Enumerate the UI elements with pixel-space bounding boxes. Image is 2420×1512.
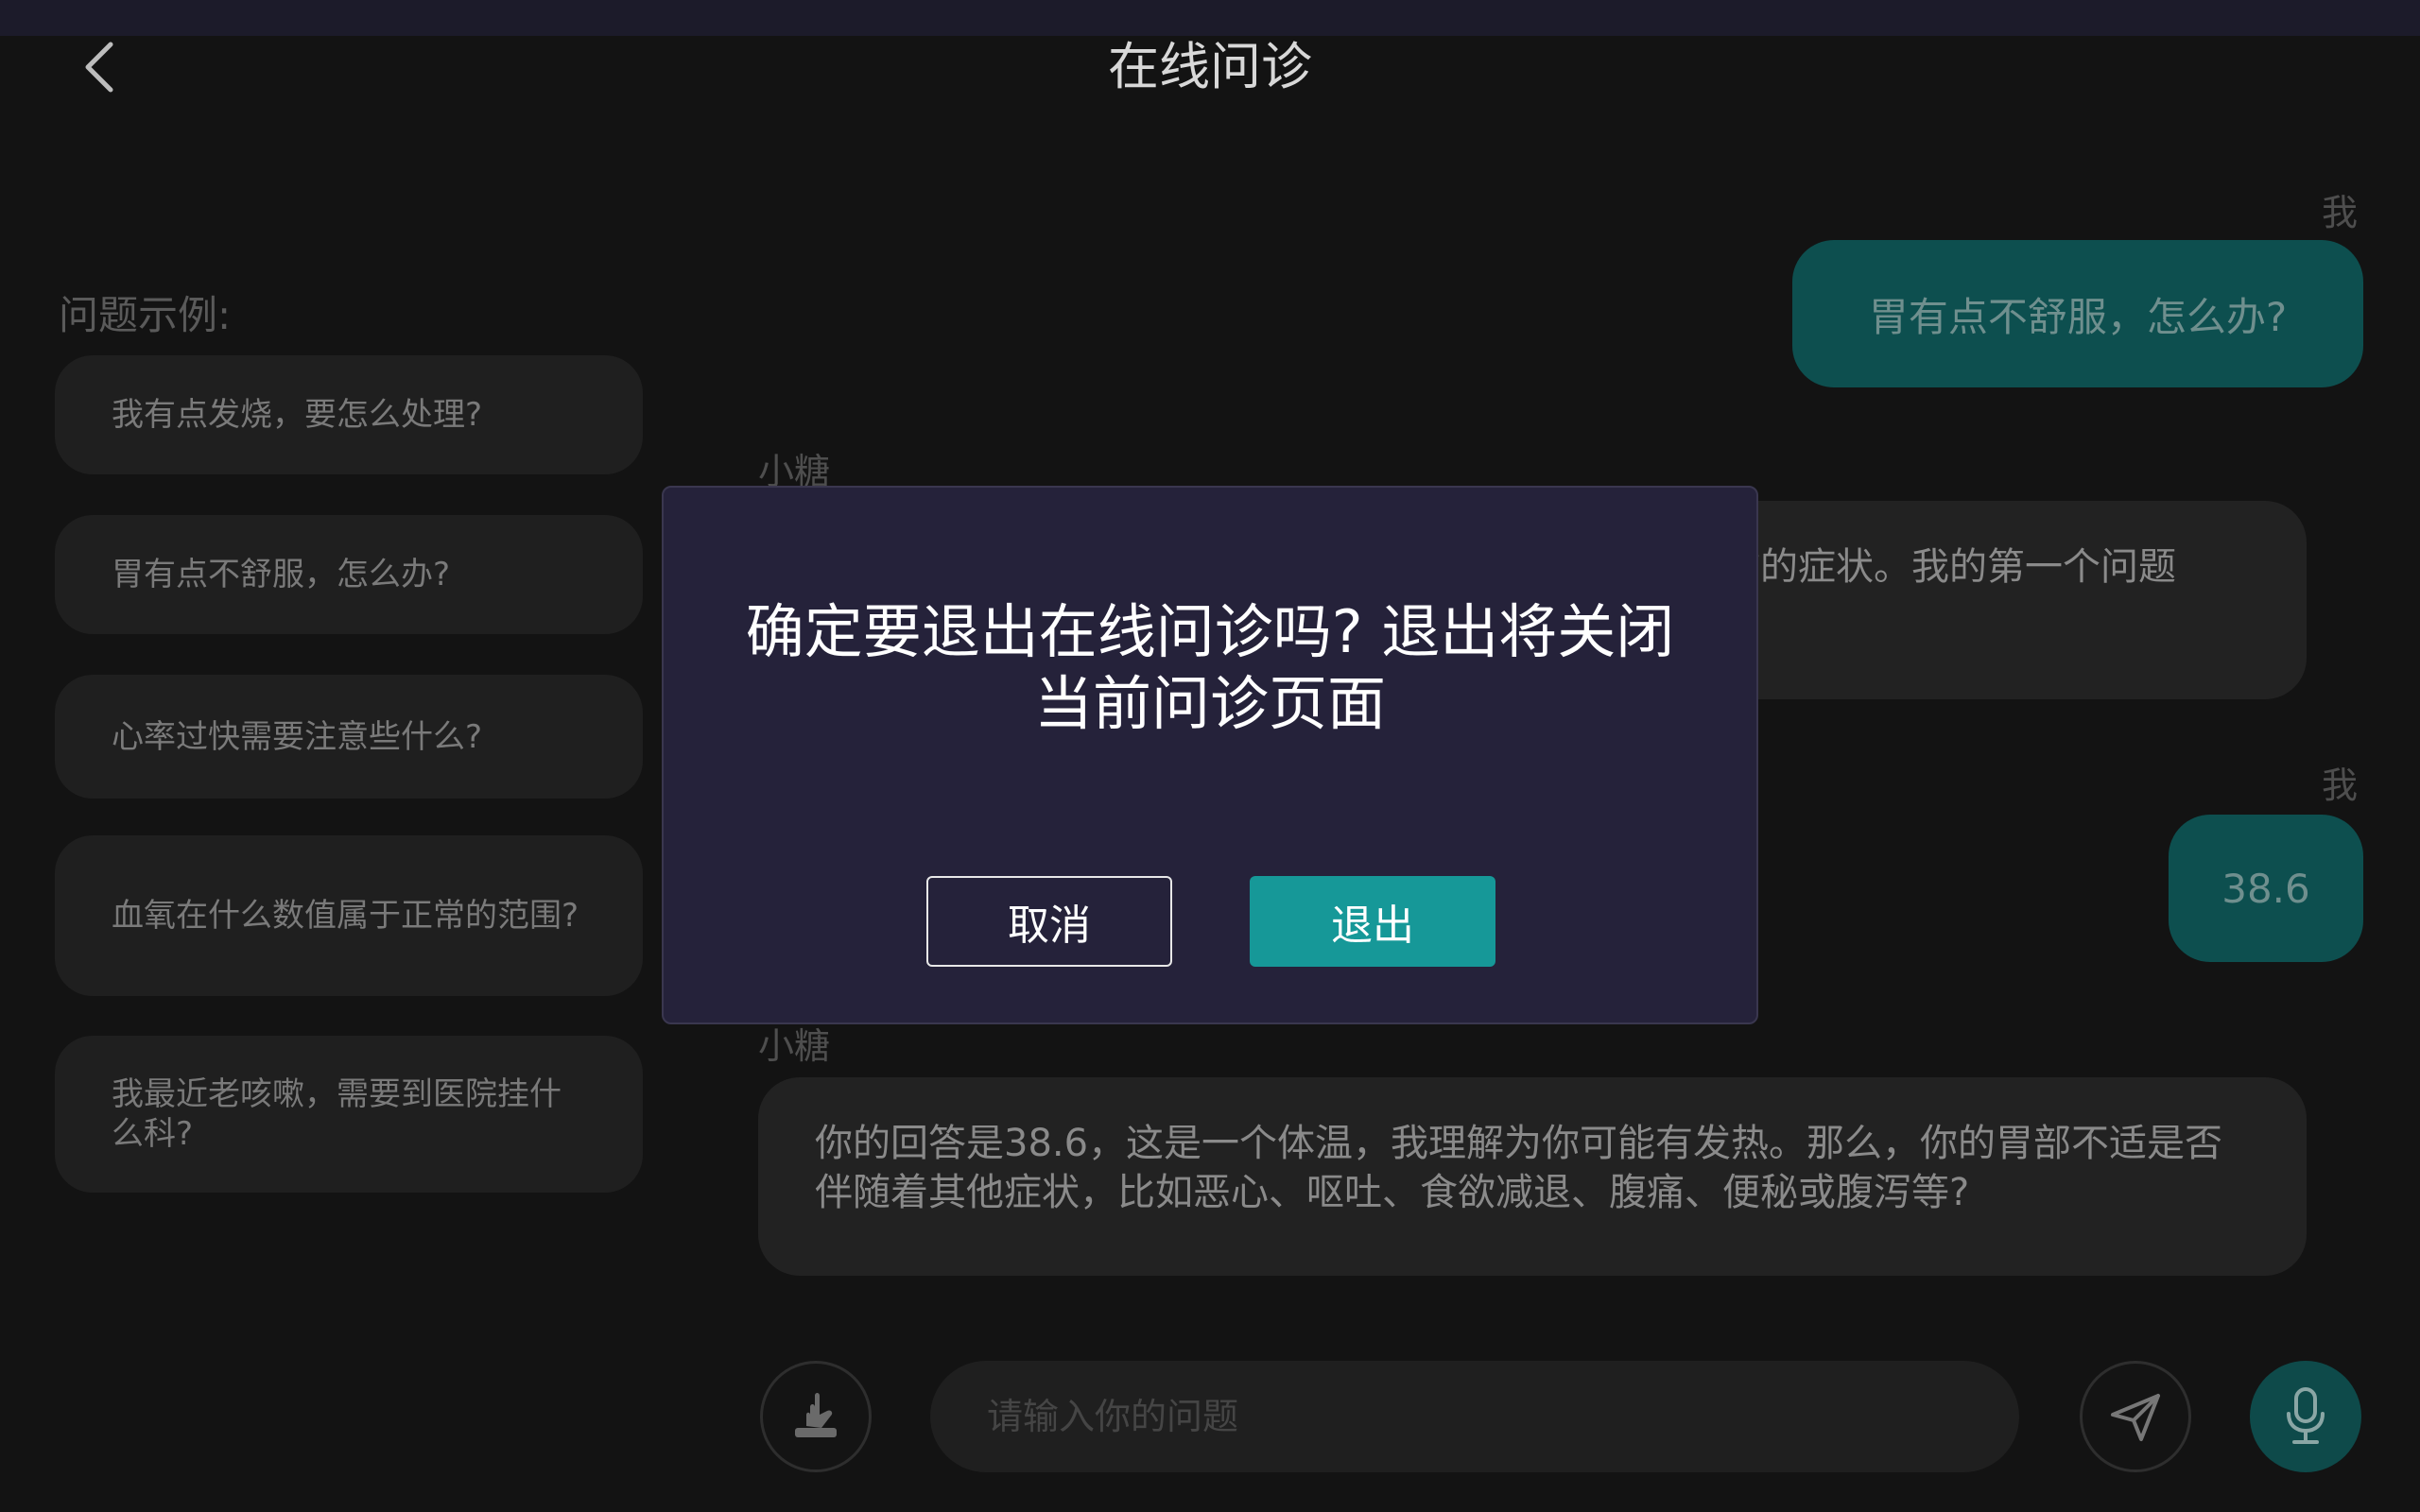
exit-confirm-dialog: 确定要退出在线问诊吗? 退出将关闭当前问诊页面 取消 退出	[662, 486, 1758, 1024]
app-screen: 在线问诊 问题示例: 我有点发烧，要怎么处理? 胃有点不舒服，怎么办? 心率过快…	[0, 0, 2420, 1512]
cancel-button[interactable]: 取消	[926, 876, 1172, 967]
exit-button[interactable]: 退出	[1250, 876, 1495, 967]
dialog-message: 确定要退出在线问诊吗? 退出将关闭当前问诊页面	[745, 597, 1675, 738]
